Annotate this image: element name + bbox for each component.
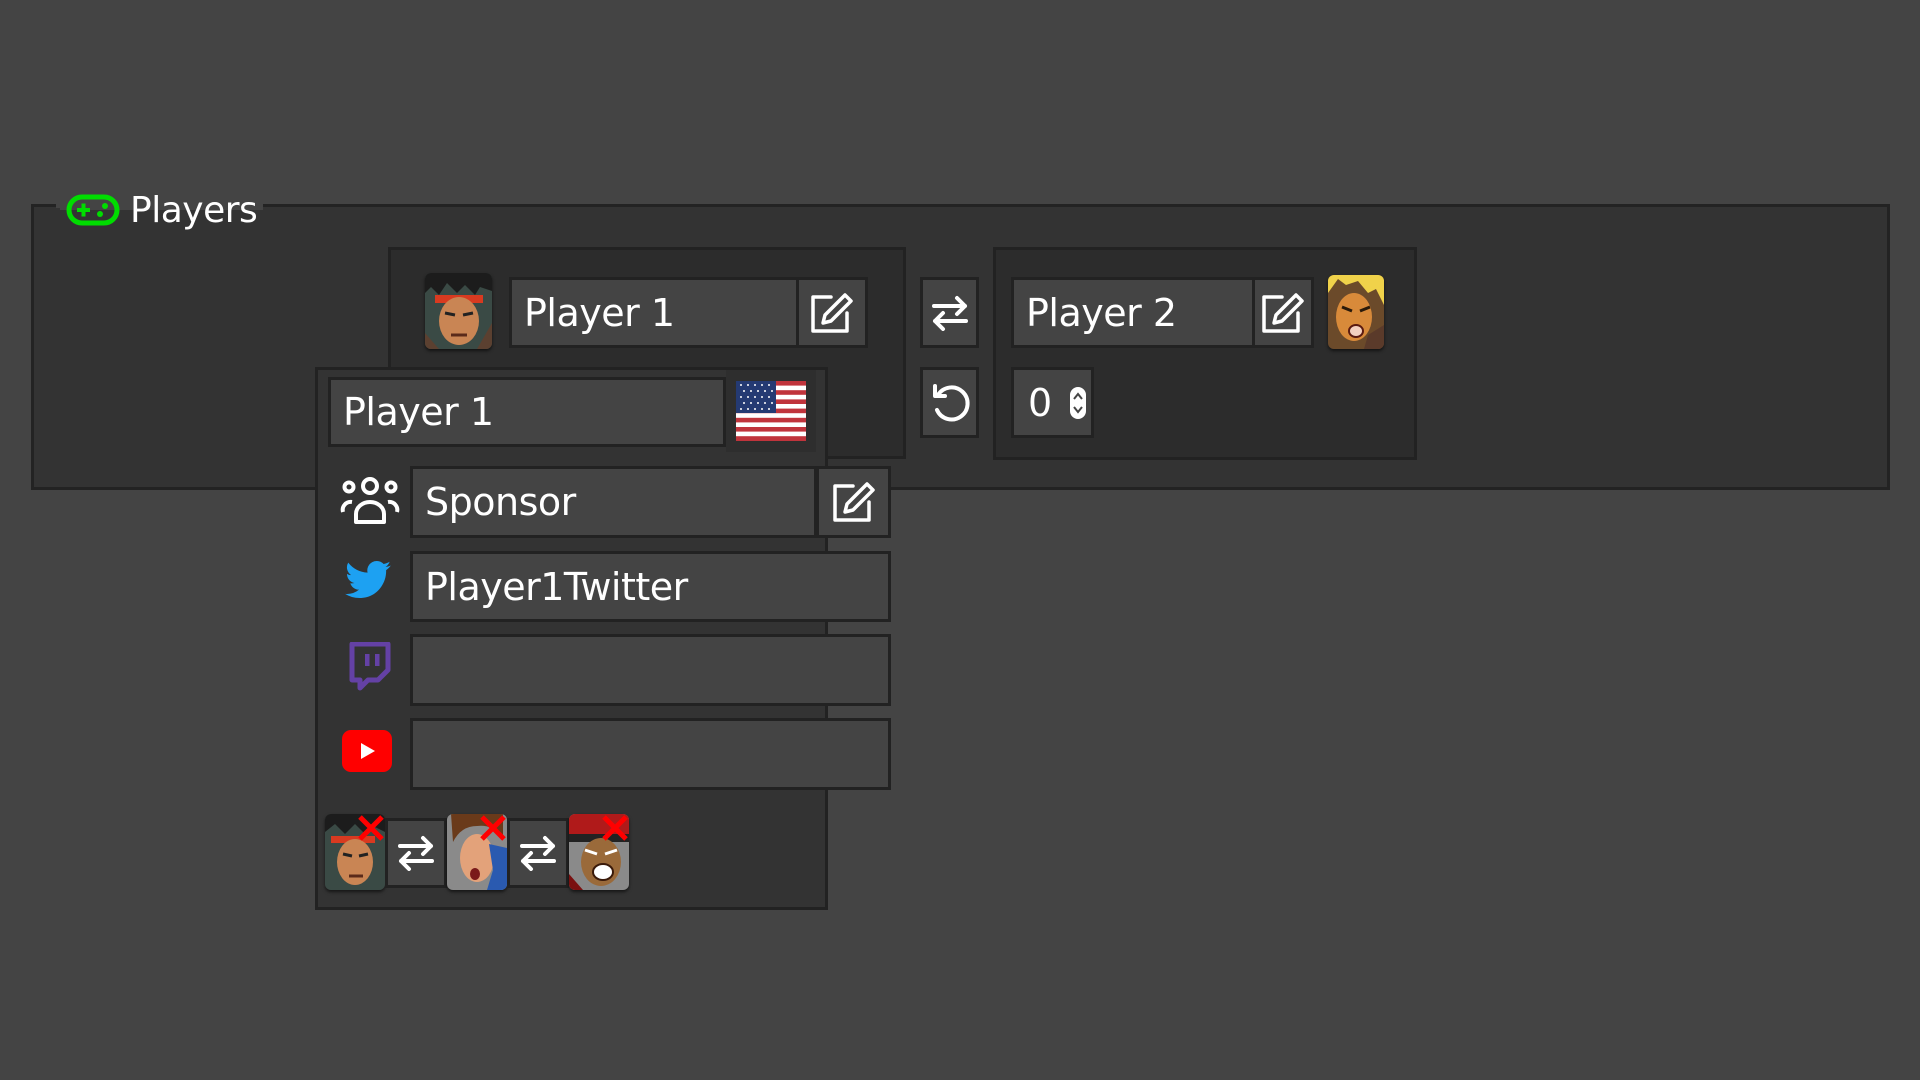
swap-players-button[interactable] — [920, 277, 979, 348]
team-icon — [340, 474, 400, 528]
sponsor-edit-button[interactable] — [816, 466, 891, 538]
panel-legend: Players — [60, 188, 264, 232]
us-flag-icon — [736, 381, 806, 441]
player1-fullname-input[interactable]: Player 1 — [328, 377, 726, 447]
remove-character-icon[interactable] — [479, 814, 507, 842]
youtube-icon — [342, 730, 392, 772]
twitter-icon — [343, 560, 393, 606]
edit-icon — [809, 291, 855, 335]
player1-edit-button[interactable] — [796, 277, 868, 348]
gamepad-icon — [66, 194, 120, 226]
reset-scores-button[interactable] — [920, 367, 979, 438]
score-spinner[interactable] — [1069, 386, 1086, 419]
player1-name-input[interactable]: Player 1 — [509, 277, 799, 348]
remove-character-icon[interactable] — [601, 814, 629, 842]
twitter-input[interactable]: Player1Twitter — [410, 551, 891, 622]
swap-character-button[interactable] — [385, 818, 447, 888]
player2-character-portrait[interactable] — [1328, 275, 1384, 349]
edit-icon — [1260, 291, 1306, 335]
player2-score-input[interactable]: 0 — [1011, 367, 1094, 438]
character-slot-3[interactable] — [569, 814, 629, 890]
swap-arrows-icon — [518, 835, 558, 871]
player2-score-value: 0 — [1028, 380, 1052, 425]
twitch-input[interactable] — [410, 634, 891, 706]
swap-arrows-icon — [396, 835, 436, 871]
edit-icon — [831, 480, 877, 524]
twitch-icon — [348, 642, 392, 692]
character-slot-2[interactable] — [447, 814, 507, 890]
player2-name-input[interactable]: Player 2 — [1011, 277, 1255, 348]
youtube-input[interactable] — [410, 718, 891, 790]
swap-character-button[interactable] — [507, 818, 569, 888]
player2-edit-button[interactable] — [1252, 277, 1314, 348]
player1-character-portrait[interactable] — [425, 273, 492, 349]
panel-title: Players — [130, 189, 258, 231]
character-slot-1[interactable] — [325, 814, 385, 890]
reset-icon — [929, 382, 971, 424]
sponsor-input[interactable]: Sponsor — [410, 466, 817, 538]
remove-character-icon[interactable] — [357, 814, 385, 842]
swap-arrows-icon — [930, 295, 970, 331]
country-select[interactable] — [726, 370, 816, 452]
